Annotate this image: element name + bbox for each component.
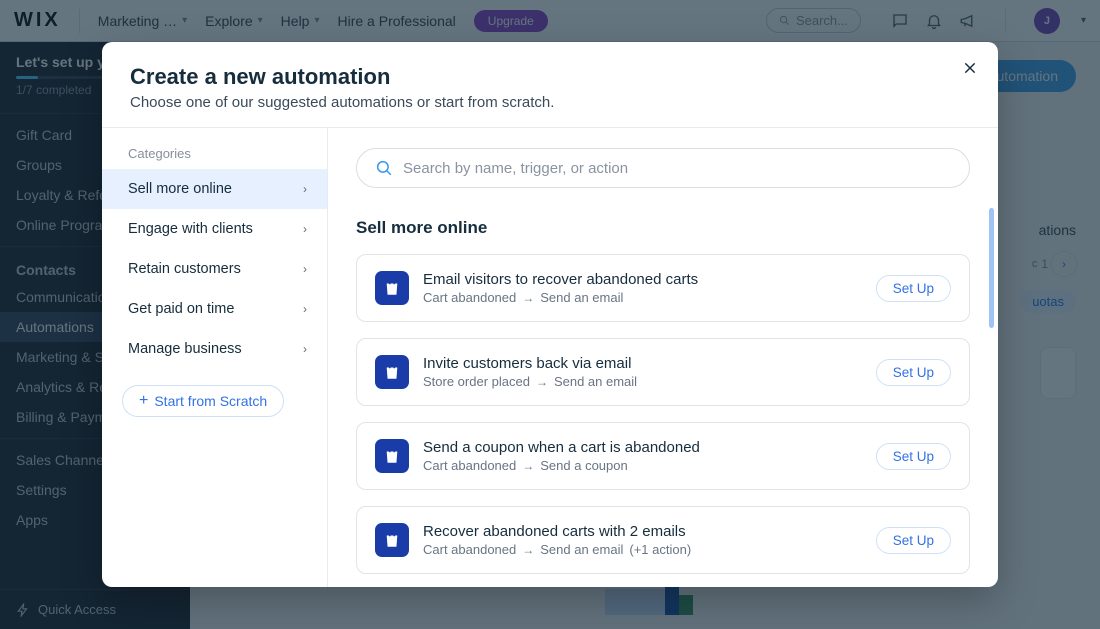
- search-icon: [375, 159, 393, 177]
- set-up-button[interactable]: Set Up: [876, 359, 951, 386]
- category-sell-more-online[interactable]: Sell more online ›: [102, 169, 327, 209]
- automation-body: Send a coupon when a cart is abandoned C…: [423, 439, 862, 473]
- automation-body: Invite customers back via email Store or…: [423, 355, 862, 389]
- chevron-right-icon: ›: [303, 302, 307, 316]
- category-retain-customers[interactable]: Retain customers ›: [102, 249, 327, 289]
- arrow-right-icon: →: [522, 543, 534, 557]
- automations-content: Sell more online Email visitors to recov…: [328, 128, 998, 587]
- automation-card[interactable]: Send a coupon when a cart is abandoned C…: [356, 422, 970, 490]
- arrow-right-icon: →: [522, 291, 534, 305]
- automation-subtitle: Cart abandoned → Send an email (+1 actio…: [423, 542, 862, 557]
- automation-trigger: Cart abandoned: [423, 458, 516, 473]
- shopping-bag-icon: [375, 271, 409, 305]
- arrow-right-icon: →: [522, 459, 534, 473]
- automation-card[interactable]: Invite customers back via email Store or…: [356, 338, 970, 406]
- automation-search-input[interactable]: [403, 160, 951, 177]
- category-label: Engage with clients: [128, 221, 253, 237]
- chevron-right-icon: ›: [303, 222, 307, 236]
- automation-action: Send an email: [540, 542, 623, 557]
- modal-header: Create a new automation Choose one of ou…: [102, 42, 998, 127]
- modal-title: Create a new automation: [130, 64, 970, 90]
- automation-title: Email visitors to recover abandoned cart…: [423, 271, 862, 288]
- category-manage-business[interactable]: Manage business ›: [102, 329, 327, 369]
- set-up-button[interactable]: Set Up: [876, 275, 951, 302]
- chevron-right-icon: ›: [303, 342, 307, 356]
- chevron-right-icon: ›: [303, 182, 307, 196]
- automation-subtitle: Cart abandoned → Send an email: [423, 290, 862, 305]
- section-title: Sell more online: [356, 218, 970, 238]
- category-label: Retain customers: [128, 261, 241, 277]
- automation-subtitle: Cart abandoned → Send a coupon: [423, 458, 862, 473]
- automation-trigger: Store order placed: [423, 374, 530, 389]
- category-label: Manage business: [128, 341, 242, 357]
- automation-body: Recover abandoned carts with 2 emails Ca…: [423, 523, 862, 557]
- automation-title: Recover abandoned carts with 2 emails: [423, 523, 862, 540]
- set-up-button[interactable]: Set Up: [876, 443, 951, 470]
- category-get-paid[interactable]: Get paid on time ›: [102, 289, 327, 329]
- start-from-scratch-button[interactable]: + Start from Scratch: [122, 385, 284, 417]
- category-engage-clients[interactable]: Engage with clients ›: [102, 209, 327, 249]
- automation-action: Send a coupon: [540, 458, 627, 473]
- categories-panel: Categories Sell more online › Engage wit…: [102, 128, 328, 587]
- automation-title: Invite customers back via email: [423, 355, 862, 372]
- arrow-right-icon: →: [536, 375, 548, 389]
- set-up-button[interactable]: Set Up: [876, 527, 951, 554]
- automation-action: Send an email: [554, 374, 637, 389]
- categories-heading: Categories: [102, 146, 327, 169]
- automation-card[interactable]: Recover abandoned carts with 2 emails Ca…: [356, 506, 970, 574]
- automation-subtitle: Store order placed → Send an email: [423, 374, 862, 389]
- plus-icon: +: [139, 393, 148, 409]
- shopping-bag-icon: [375, 355, 409, 389]
- automation-extra: (+1 action): [629, 542, 691, 557]
- category-label: Get paid on time: [128, 301, 234, 317]
- automation-trigger: Cart abandoned: [423, 290, 516, 305]
- chevron-right-icon: ›: [303, 262, 307, 276]
- shopping-bag-icon: [375, 439, 409, 473]
- automation-action: Send an email: [540, 290, 623, 305]
- create-automation-modal: Create a new automation Choose one of ou…: [102, 42, 998, 587]
- automation-search[interactable]: [356, 148, 970, 188]
- scrollbar-thumb[interactable]: [989, 208, 994, 328]
- close-icon: [962, 60, 978, 76]
- start-from-scratch-label: Start from Scratch: [154, 393, 267, 409]
- modal-subtitle: Choose one of our suggested automations …: [130, 94, 970, 111]
- automation-trigger: Cart abandoned: [423, 542, 516, 557]
- close-button[interactable]: [962, 60, 978, 81]
- automation-card[interactable]: Email visitors to recover abandoned cart…: [356, 254, 970, 322]
- automation-body: Email visitors to recover abandoned cart…: [423, 271, 862, 305]
- category-label: Sell more online: [128, 181, 232, 197]
- automation-title: Send a coupon when a cart is abandoned: [423, 439, 862, 456]
- shopping-bag-icon: [375, 523, 409, 557]
